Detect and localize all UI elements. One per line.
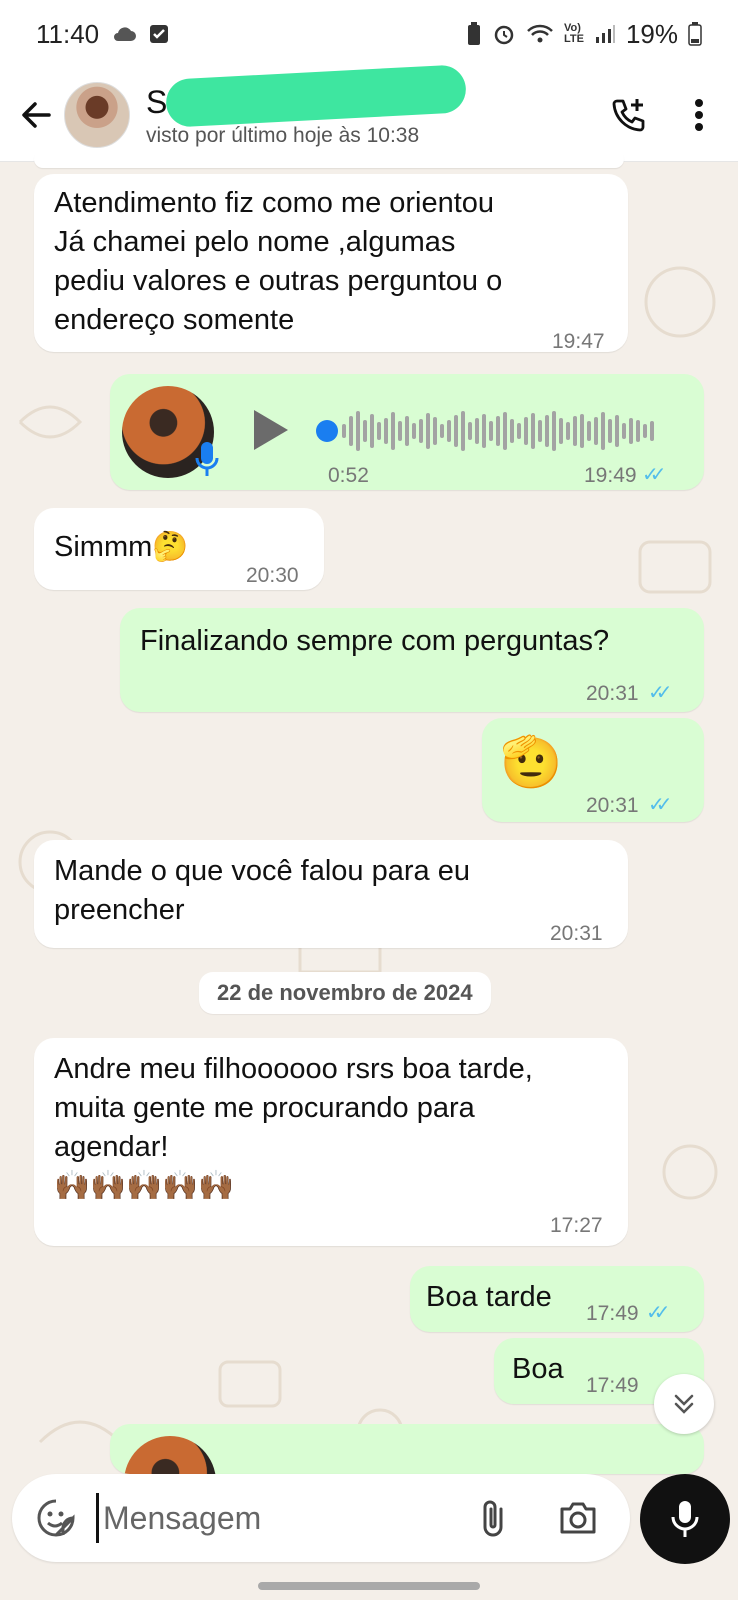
message-bubble-incoming[interactable]: Atendimento fiz como me orientou Já cham… <box>34 174 628 353</box>
gesture-nav-handle[interactable] <box>258 1582 480 1590</box>
status-time: 11:40 <box>36 18 100 49</box>
message-text: Finalizando sempre com perguntas? <box>140 625 610 657</box>
more-options-button[interactable] <box>664 80 734 150</box>
message-bubble-incoming[interactable]: Simmm🤔 20:30 <box>34 508 324 590</box>
sender-audio-avatar <box>124 1436 216 1474</box>
chat-area[interactable]: Atendimento fiz como me orientou Já cham… <box>0 150 738 1474</box>
play-button[interactable] <box>250 408 294 456</box>
message-time: 19:47 <box>552 330 605 353</box>
mic-badge-icon <box>195 442 219 476</box>
message-bubble-incoming[interactable]: Andre meu filhoooooo rsrs boa tarde, mui… <box>34 1038 628 1246</box>
battery-icon <box>688 22 702 46</box>
status-bar: 11:40 Vo) LTE 19% <box>0 0 738 68</box>
double-check-icon: ✓✓ <box>646 1302 670 1324</box>
redaction-mark <box>164 63 468 128</box>
message-time: 17:27 <box>550 1214 603 1237</box>
voice-record-button[interactable] <box>640 1474 730 1564</box>
attach-button[interactable] <box>468 1492 518 1544</box>
message-bubble-outgoing[interactable]: Boa tarde 17:49 ✓✓ <box>410 1266 704 1332</box>
chevron-down-icon <box>674 1394 694 1414</box>
message-bubble-outgoing[interactable]: 🫡 20:31 ✓✓ <box>482 718 704 822</box>
message-bubble-incoming[interactable]: Mande o que você falou para eu preencher… <box>34 840 628 948</box>
message-time: 20:31 <box>586 794 639 817</box>
message-time: 17:49 <box>586 1302 639 1325</box>
message-text: Atendimento fiz como me orientou Já cham… <box>54 187 503 336</box>
chat-header: S visto por último hoje às 10:38 <box>0 63 738 162</box>
camera-button[interactable] <box>552 1492 604 1544</box>
audio-message-bubble-partial[interactable] <box>110 1424 704 1474</box>
message-text: Simmm🤔 <box>54 531 189 563</box>
wifi-icon <box>527 24 553 43</box>
message-time: 17:49 <box>586 1374 639 1397</box>
battery-saver-icon <box>467 22 480 45</box>
last-seen-status: visto por último hoje às 10:38 <box>146 123 420 147</box>
double-check-icon: ✓✓ <box>648 682 672 704</box>
add-call-button[interactable] <box>594 80 664 150</box>
message-text: Mande o que você falou para eu preencher <box>54 855 470 926</box>
play-icon <box>254 410 288 450</box>
audio-duration: 0:52 <box>328 464 369 487</box>
message-emoji: 🫡 <box>500 734 563 790</box>
message-text: Andre meu filhoooooo rsrs boa tarde, mui… <box>54 1053 533 1202</box>
message-input[interactable] <box>96 1493 466 1543</box>
camera-icon <box>560 1502 596 1534</box>
mic-icon <box>671 1501 699 1537</box>
contact-name: S <box>146 63 594 128</box>
battery-percent: 19% <box>625 18 678 49</box>
message-bubble-outgoing[interactable]: Finalizando sempre com perguntas? 20:31 … <box>120 608 704 712</box>
volte-icon: Vo) LTE <box>563 22 584 45</box>
date-divider: 22 de novembro de 2024 <box>199 972 491 1014</box>
sticker-icon <box>37 1499 75 1537</box>
back-button[interactable] <box>8 85 64 145</box>
message-text: Boa <box>512 1353 564 1385</box>
double-check-icon: ✓✓ <box>648 794 672 816</box>
alarm-icon <box>494 25 514 45</box>
message-time: 20:30 <box>246 564 299 587</box>
attach-icon <box>483 1500 503 1537</box>
more-vertical-icon <box>695 98 703 131</box>
message-bubble-partial <box>34 150 624 168</box>
message-time: 20:31 <box>586 682 639 705</box>
scroll-to-bottom-button[interactable] <box>654 1374 714 1434</box>
contact-info[interactable]: S visto por último hoje às 10:38 <box>146 63 594 148</box>
message-time: 20:31 <box>550 922 603 945</box>
message-time: 19:49 <box>584 464 637 487</box>
signal-icon <box>595 25 615 43</box>
audio-waveform[interactable] <box>342 404 682 456</box>
add-call-icon <box>612 98 645 131</box>
cloud-icon <box>114 27 137 41</box>
message-composer <box>12 1474 630 1562</box>
back-arrow-icon <box>22 101 51 128</box>
message-text: Boa tarde <box>426 1281 552 1313</box>
checkbox-notification-icon <box>150 25 169 43</box>
audio-progress-dot[interactable] <box>316 420 338 442</box>
contact-avatar[interactable] <box>64 81 130 148</box>
audio-message-bubble[interactable]: 0:52 19:49 ✓✓ <box>110 374 704 490</box>
sticker-button[interactable] <box>30 1492 82 1544</box>
double-check-icon: ✓✓ <box>642 464 666 486</box>
